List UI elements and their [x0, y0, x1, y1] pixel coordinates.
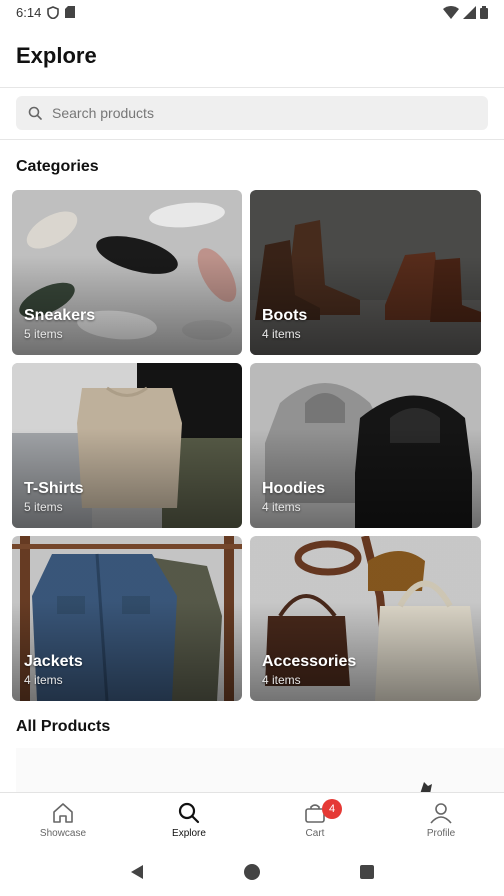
category-card-boots[interactable]: Boots 4 items	[250, 190, 481, 355]
nav-label: Showcase	[39, 828, 87, 839]
bottom-navigation: Showcase Explore 4 Cart Profile	[0, 792, 504, 848]
category-card-accessories[interactable]: Accessories 4 items	[250, 536, 481, 701]
nav-label: Profile	[426, 828, 456, 839]
product-list-preview	[16, 748, 504, 794]
battery-icon	[480, 5, 488, 19]
category-card-tshirts[interactable]: T-Shirts 5 items	[12, 363, 242, 528]
signal-icon	[463, 5, 476, 19]
category-name: Accessories	[262, 653, 357, 670]
categories-heading: Categories	[16, 158, 99, 175]
nav-explore[interactable]: Explore	[126, 793, 252, 848]
category-count: 4 items	[24, 673, 63, 687]
category-card-hoodies[interactable]: Hoodies 4 items	[250, 363, 481, 528]
page-title: Explore	[16, 42, 97, 68]
search-icon	[28, 106, 42, 120]
nav-label: Cart	[305, 828, 325, 839]
nav-profile[interactable]: Profile	[378, 793, 504, 848]
category-name: Jackets	[24, 653, 83, 670]
nav-cart[interactable]: 4 Cart	[252, 793, 378, 848]
app-header: Explore	[0, 24, 504, 88]
person-icon	[430, 803, 452, 824]
category-count: 5 items	[24, 327, 63, 341]
category-card-sneakers[interactable]: Sneakers 5 items	[12, 190, 242, 355]
category-count: 4 items	[262, 327, 301, 341]
shield-icon	[47, 5, 60, 19]
system-navigation-bar	[0, 848, 504, 896]
recents-icon[interactable]	[359, 864, 375, 880]
category-name: T-Shirts	[24, 480, 84, 497]
search-bar[interactable]	[16, 96, 488, 130]
category-name: Hoodies	[262, 480, 326, 497]
category-count: 4 items	[262, 673, 301, 687]
search-icon	[178, 802, 200, 824]
category-grid: Sneakers 5 items Boots 4 items T-Shirts …	[12, 190, 482, 701]
category-card-jackets[interactable]: Jackets 4 items	[12, 536, 242, 701]
all-products-heading: All Products	[16, 718, 111, 735]
status-bar: 6:14	[0, 0, 504, 24]
category-name: Boots	[262, 307, 308, 324]
status-time: 6:14	[16, 4, 42, 20]
nav-showcase[interactable]: Showcase	[0, 793, 126, 848]
sd-card-icon	[65, 6, 76, 18]
nav-label: Explore	[172, 828, 206, 839]
category-count: 4 items	[262, 500, 301, 514]
search-bar-container	[0, 88, 504, 140]
home-icon	[53, 803, 73, 823]
category-count: 5 items	[24, 500, 63, 514]
back-icon[interactable]	[129, 864, 145, 880]
cart-badge: 4	[322, 799, 342, 819]
home-button-icon[interactable]	[243, 863, 261, 881]
search-input[interactable]	[52, 105, 452, 121]
wifi-icon	[443, 5, 459, 19]
category-name: Sneakers	[24, 307, 96, 324]
